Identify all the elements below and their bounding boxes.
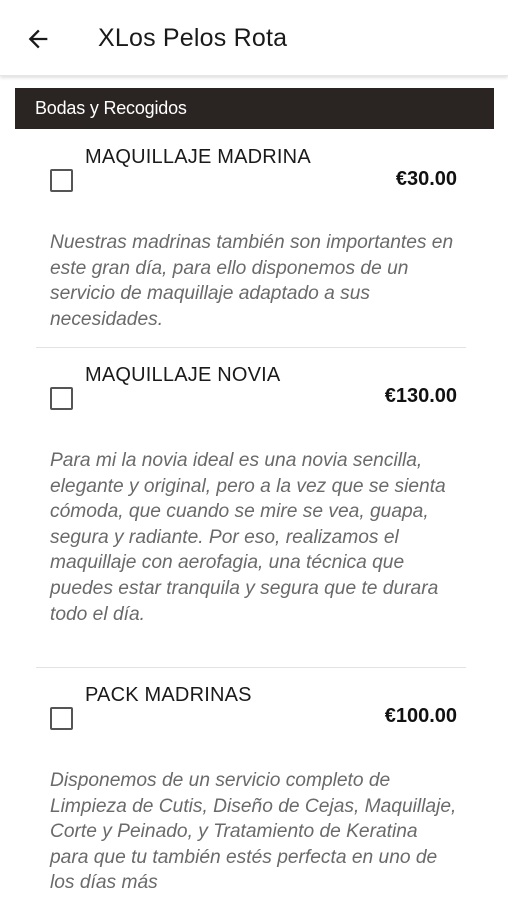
service-name: MAQUILLAJE MADRINA	[85, 146, 311, 168]
page-title: XLos Pelos Rota	[98, 24, 288, 52]
service-item-pack-madrinas: PACK MADRINAS €100.00 Disponemos de un s…	[36, 678, 466, 900]
divider	[36, 347, 466, 348]
service-name: PACK MADRINAS	[85, 684, 252, 706]
service-name: MAQUILLAJE NOVIA	[85, 364, 281, 386]
category-header: Bodas y Recogidos	[15, 88, 494, 129]
service-checkbox[interactable]	[50, 707, 73, 730]
divider	[36, 667, 466, 668]
app-bar: XLos Pelos Rota	[0, 0, 508, 76]
service-description: Nuestras madrinas también son importante…	[50, 232, 454, 330]
arrow-left-icon	[28, 29, 48, 49]
service-price: €100.00	[384, 705, 457, 727]
service-checkbox[interactable]	[50, 169, 73, 192]
service-price: €130.00	[384, 385, 457, 407]
service-checkbox[interactable]	[50, 387, 73, 410]
service-item-maquillaje-novia: MAQUILLAJE NOVIA €130.00 Para mi la novi…	[36, 358, 466, 658]
service-description: Disponemos de un servicio completo de Li…	[50, 770, 457, 894]
category-label: Bodas y Recogidos	[35, 98, 187, 118]
service-item-maquillaje-madrina: MAQUILLAJE MADRINA €30.00 Nuestras madri…	[36, 140, 466, 340]
service-price: €30.00	[395, 168, 457, 190]
back-button[interactable]	[18, 20, 58, 58]
service-description: Para mi la novia ideal es una novia senc…	[50, 450, 446, 625]
